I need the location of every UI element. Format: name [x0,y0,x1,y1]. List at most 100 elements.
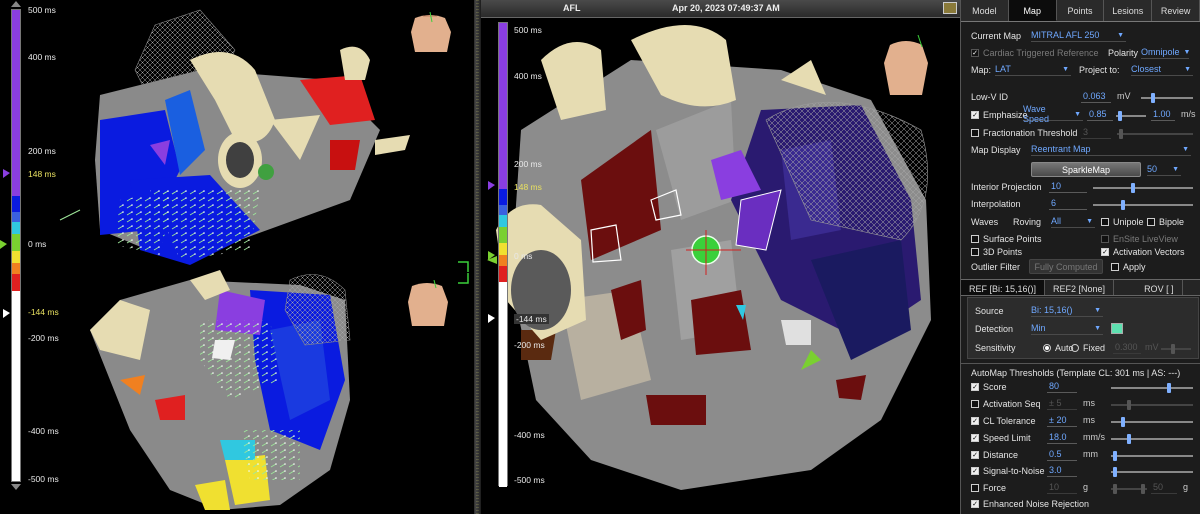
sensitivity-auto-row[interactable]: Auto [1043,341,1074,355]
tab-points[interactable]: Points [1057,0,1105,21]
snr-slider[interactable] [1111,467,1193,477]
emphasize-max-input[interactable]: 1.00 [1151,108,1175,121]
slider-knob[interactable] [1127,400,1131,410]
noise-rejection-row[interactable]: ✓ Enhanced Noise Rejection [971,497,1089,511]
speed-limit-input[interactable]: 18.0 [1047,431,1077,444]
distance-row[interactable]: ✓ Distance [971,448,1018,462]
score-checkbox[interactable]: ✓ [971,383,979,391]
project-to-dropdown[interactable]: Closest ▼ [1131,63,1193,76]
cl-tolerance-input[interactable]: ± 20 [1047,414,1077,427]
fully-computed-button[interactable]: Fully Computed [1029,259,1103,274]
activation-seq-row[interactable]: Activation Seq [971,397,1041,411]
cardiac-triggered-checkbox[interactable]: ✓ [971,49,979,57]
interior-projection-slider[interactable] [1093,183,1193,193]
apply-row[interactable]: Apply [1111,260,1146,274]
speed-limit-row[interactable]: ✓ Speed Limit [971,431,1031,445]
detection-dropdown[interactable]: Min ▼ [1031,322,1103,335]
cl-tolerance-checkbox[interactable]: ✓ [971,417,979,425]
cardiac-triggered-row[interactable]: ✓ Cardiac Triggered Reference [971,46,1099,60]
left-heart-render[interactable] [0,0,474,514]
view-thumbnail-button[interactable] [943,2,957,14]
activation-seq-input[interactable]: ± 5 [1047,397,1077,410]
colorbar-up-arrow[interactable] [11,1,21,7]
noise-rejection-checkbox[interactable]: ✓ [971,500,979,508]
score-slider[interactable] [1111,383,1193,393]
fractionation-row[interactable]: Fractionation Threshold [971,126,1077,140]
zero-marker[interactable] [0,240,7,249]
cl-tolerance-row[interactable]: ✓ CL Tolerance [971,414,1036,428]
sparklemap-dropdown[interactable]: 50 ▼ [1147,163,1181,176]
subtab-rov[interactable]: ROV [ ] [1136,280,1183,295]
force-min-input[interactable]: 10 [1047,481,1077,494]
score-row[interactable]: ✓ Score [971,380,1007,394]
activation-seq-checkbox[interactable] [971,400,979,408]
upper-threshold-marker[interactable] [488,181,495,190]
surface-points-row[interactable]: Surface Points [971,232,1042,246]
roving-dropdown[interactable]: All ▼ [1051,215,1095,228]
slider-knob[interactable] [1131,183,1135,193]
torso-orientation-icon[interactable] [400,279,455,330]
torso-orientation-icon[interactable] [876,34,936,100]
sensitivity-auto-radio[interactable] [1043,344,1051,352]
slider-knob[interactable] [1127,434,1131,444]
slider-knob[interactable] [1113,451,1117,461]
detection-color-swatch[interactable] [1111,323,1123,334]
lower-threshold-marker[interactable] [488,314,495,323]
slider-knob[interactable] [1151,93,1155,103]
sensitivity-fixed-row[interactable]: Fixed [1071,341,1105,355]
activation-vectors-row[interactable]: ✓ Activation Vectors [1101,245,1185,259]
lat-colorbar[interactable] [11,9,21,482]
snr-row[interactable]: ✓ Signal-to-Noise [971,464,1045,478]
fractionation-slider[interactable] [1117,129,1193,139]
lower-threshold-marker[interactable] [3,309,10,318]
left-3d-viewport[interactable]: 500 ms 400 ms 200 ms 148 ms 0 ms -144 ms… [0,0,474,514]
main-3d-viewport[interactable]: AFL Apr 20, 2023 07:49:37 AM 500 ms 400 … [481,0,960,514]
tab-lesions[interactable]: Lesions [1104,0,1153,21]
main-lat-colorbar[interactable] [498,22,508,487]
snr-checkbox[interactable]: ✓ [971,467,979,475]
lowv-input[interactable]: 0.063 [1081,90,1111,103]
torso-orientation-icon[interactable] [403,11,458,57]
bipole-row[interactable]: Bipole [1147,215,1184,229]
tab-map[interactable]: Map [1008,0,1057,21]
slider-knob[interactable] [1118,111,1122,121]
distance-checkbox[interactable]: ✓ [971,451,979,459]
slider-knob[interactable] [1141,484,1145,494]
tab-model[interactable]: Model [961,0,1009,21]
viewport-splitter[interactable] [474,0,481,514]
emphasize-dropdown[interactable]: Wave Speed ▼ [1023,104,1083,124]
speed-limit-slider[interactable] [1111,434,1193,444]
points-3d-row[interactable]: 3D Points [971,245,1022,259]
slider-knob[interactable] [1171,344,1175,354]
source-dropdown[interactable]: Bi: 15,16() ▼ [1031,304,1103,317]
subtab-ref2[interactable]: REF2 [None] [1045,280,1115,295]
sensitivity-fixed-radio[interactable] [1071,344,1079,352]
slider-knob[interactable] [1121,417,1125,427]
force-max-input[interactable]: 50 [1151,481,1177,494]
slider-knob[interactable] [1167,383,1171,393]
colorbar-down-arrow[interactable] [11,484,21,490]
slider-knob[interactable] [1113,467,1117,477]
zero-marker[interactable] [488,251,495,260]
polarity-dropdown[interactable]: Omnipole ▼ [1141,46,1190,59]
bipole-checkbox[interactable] [1147,218,1155,226]
distance-slider[interactable] [1111,451,1193,461]
apply-checkbox[interactable] [1111,263,1119,271]
fractionation-input[interactable]: 3 [1081,126,1111,139]
snr-input[interactable]: 3.0 [1047,464,1077,477]
force-checkbox[interactable] [971,484,979,492]
score-input[interactable]: 80 [1047,380,1077,393]
map-type-dropdown[interactable]: LAT ▼ [995,63,1071,76]
interpolation-input[interactable]: 6 [1049,197,1087,210]
force-row[interactable]: Force [971,481,1006,495]
emphasize-range-slider[interactable] [1116,111,1146,121]
activation-vectors-checkbox[interactable]: ✓ [1101,248,1109,256]
sensitivity-slider[interactable] [1161,344,1191,354]
unipole-checkbox[interactable] [1101,218,1109,226]
map-display-dropdown[interactable]: Reentrant Map ▼ [1031,143,1191,156]
surface-points-checkbox[interactable] [971,235,979,243]
fractionation-checkbox[interactable] [971,129,979,137]
sparklemap-button[interactable]: SparkleMap [1031,162,1141,177]
interior-projection-input[interactable]: 10 [1049,180,1087,193]
slider-knob[interactable] [1119,129,1123,139]
